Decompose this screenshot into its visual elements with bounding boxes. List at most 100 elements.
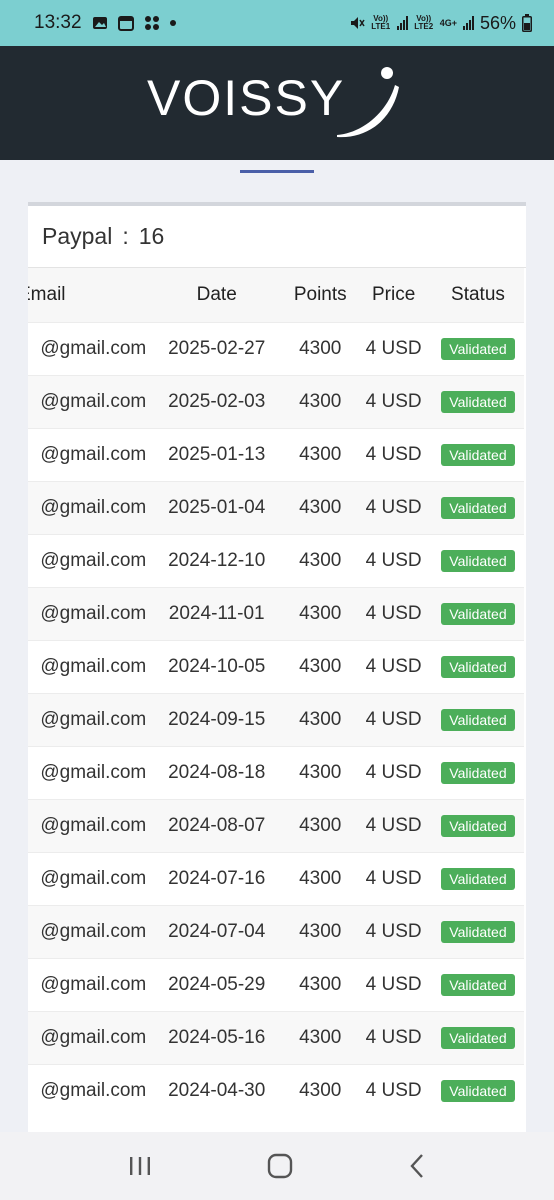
cell-status: Validated [431,1010,524,1064]
cell-date: 2024-08-07 [148,798,286,852]
cell-price: 4 USD [355,639,432,693]
cell-price: 4 USD [355,692,432,746]
cell-status: Validated [431,586,524,640]
cell-email: @gmail.com [28,586,149,640]
cell-email: @gmail.com [28,904,149,958]
cell-price: 4 USD [355,957,432,1011]
status-badge: Validated [441,1026,515,1049]
cell-date: 2024-07-16 [148,851,286,905]
recent-apps-icon[interactable] [127,1155,153,1177]
status-badge: Validated [441,1079,515,1102]
cell-price: 4 USD [355,586,432,640]
payment-method-label: Paypal [42,223,113,249]
table-row[interactable]: @gmail.com 2024-11-01 4300 4 USD Validated [28,586,524,640]
cell-email: @gmail.com [28,692,149,746]
cell-points: 4300 [285,904,356,958]
cell-price: 4 USD [355,1010,432,1064]
status-badge: Validated [441,814,515,837]
cell-date: 2024-05-29 [148,957,286,1011]
status-badge: Validated [441,920,515,943]
status-bar-left: 13:32 [34,12,176,34]
logo-text: VOISSY [147,70,345,126]
home-icon[interactable] [267,1153,293,1179]
header-points: Points [285,268,356,322]
cell-email: @gmail.com [28,1010,149,1064]
cell-status: Validated [431,374,524,428]
status-badge: Validated [441,761,515,784]
cell-points: 4300 [285,957,356,1011]
mute-icon [350,17,365,29]
cell-points: 4300 [285,798,356,852]
back-icon[interactable] [407,1153,427,1179]
header-email: Email [28,268,149,322]
cell-date: 2024-04-30 [148,1063,286,1117]
title-separator: : [122,223,129,249]
table-row[interactable]: @gmail.com 2024-07-16 4300 4 USD Validated [28,851,524,905]
table-row[interactable]: @gmail.com 2024-09-15 4300 4 USD Validated [28,692,524,746]
apps-icon [144,16,159,30]
status-badge: Validated [441,602,515,625]
network-2-label: Vo)) LTE2 [414,14,434,31]
table-row[interactable]: @gmail.com 2024-04-30 4300 4 USD Validated [28,1063,524,1117]
cell-email: @gmail.com [28,745,149,799]
cell-points: 4300 [285,1010,356,1064]
cell-price: 4 USD [355,798,432,852]
status-badge: Validated [441,867,515,890]
table-row[interactable]: @gmail.com 2024-05-16 4300 4 USD Validated [28,1010,524,1064]
table-row[interactable]: @gmail.com 2024-12-10 4300 4 USD Validated [28,533,524,587]
payout-table[interactable]: Email Date Points Price Status @gmail.co… [28,268,524,1117]
table-row[interactable]: @gmail.com 2024-05-29 4300 4 USD Validated [28,957,524,1011]
status-badge: Validated [441,708,515,731]
cell-date: 2024-07-04 [148,904,286,958]
table-row[interactable]: @gmail.com 2024-07-04 4300 4 USD Validated [28,904,524,958]
table-row[interactable]: @gmail.com 2025-02-27 4300 4 USD Validated [28,321,524,375]
header-date: Date [148,268,286,322]
status-bar-right: Vo)) LTE1 Vo)) LTE2 4G+ 56% [349,13,532,34]
status-badge: Validated [441,655,515,678]
status-bar: 13:32 Vo)) LTE1 Vo)) LTE2 4G+ 56% [0,0,554,46]
cell-email: @gmail.com [28,374,149,428]
cell-points: 4300 [285,480,356,534]
table-row[interactable]: @gmail.com 2025-02-03 4300 4 USD Validated [28,374,524,428]
cell-email: @gmail.com [28,321,149,375]
voissy-logo[interactable]: VOISSY [147,63,407,143]
cell-date: 2025-02-27 [148,321,286,375]
cell-date: 2025-02-03 [148,374,286,428]
table-row[interactable]: @gmail.com 2025-01-13 4300 4 USD Validated [28,427,524,481]
cell-points: 4300 [285,851,356,905]
cell-price: 4 USD [355,427,432,481]
cell-email: @gmail.com [28,851,149,905]
cell-status: Validated [431,798,524,852]
cell-date: 2024-12-10 [148,533,286,587]
table-row[interactable]: @gmail.com 2024-08-07 4300 4 USD Validated [28,798,524,852]
table-row[interactable]: @gmail.com 2024-08-18 4300 4 USD Validated [28,745,524,799]
cell-status: Validated [431,745,524,799]
cell-status: Validated [431,851,524,905]
cell-price: 4 USD [355,1063,432,1117]
table-row[interactable]: @gmail.com 2025-01-04 4300 4 USD Validated [28,480,524,534]
battery-percent: 56% [479,12,516,33]
cell-email: @gmail.com [28,798,149,852]
cell-points: 4300 [285,374,356,428]
status-time: 13:32 [34,12,82,33]
cell-points: 4300 [285,692,356,746]
cell-status: Validated [431,957,524,1011]
cell-points: 4300 [285,533,356,587]
cell-points: 4300 [285,586,356,640]
cell-status: Validated [431,321,524,375]
cell-price: 4 USD [355,533,432,587]
cell-status: Validated [431,692,524,746]
cell-email: @gmail.com [28,1063,149,1117]
status-badge: Validated [441,337,515,360]
notification-dot-icon [169,20,176,26]
cell-price: 4 USD [355,745,432,799]
cell-status: Validated [431,427,524,481]
gallery-icon [92,17,107,29]
status-badge: Validated [441,549,515,572]
cell-date: 2024-05-16 [148,1010,286,1064]
payment-count: 16 [138,223,165,249]
status-badge: Validated [441,973,515,996]
table-row[interactable]: @gmail.com 2024-10-05 4300 4 USD Validated [28,639,524,693]
signal-2-icon [462,16,474,30]
cell-date: 2024-10-05 [148,639,286,693]
